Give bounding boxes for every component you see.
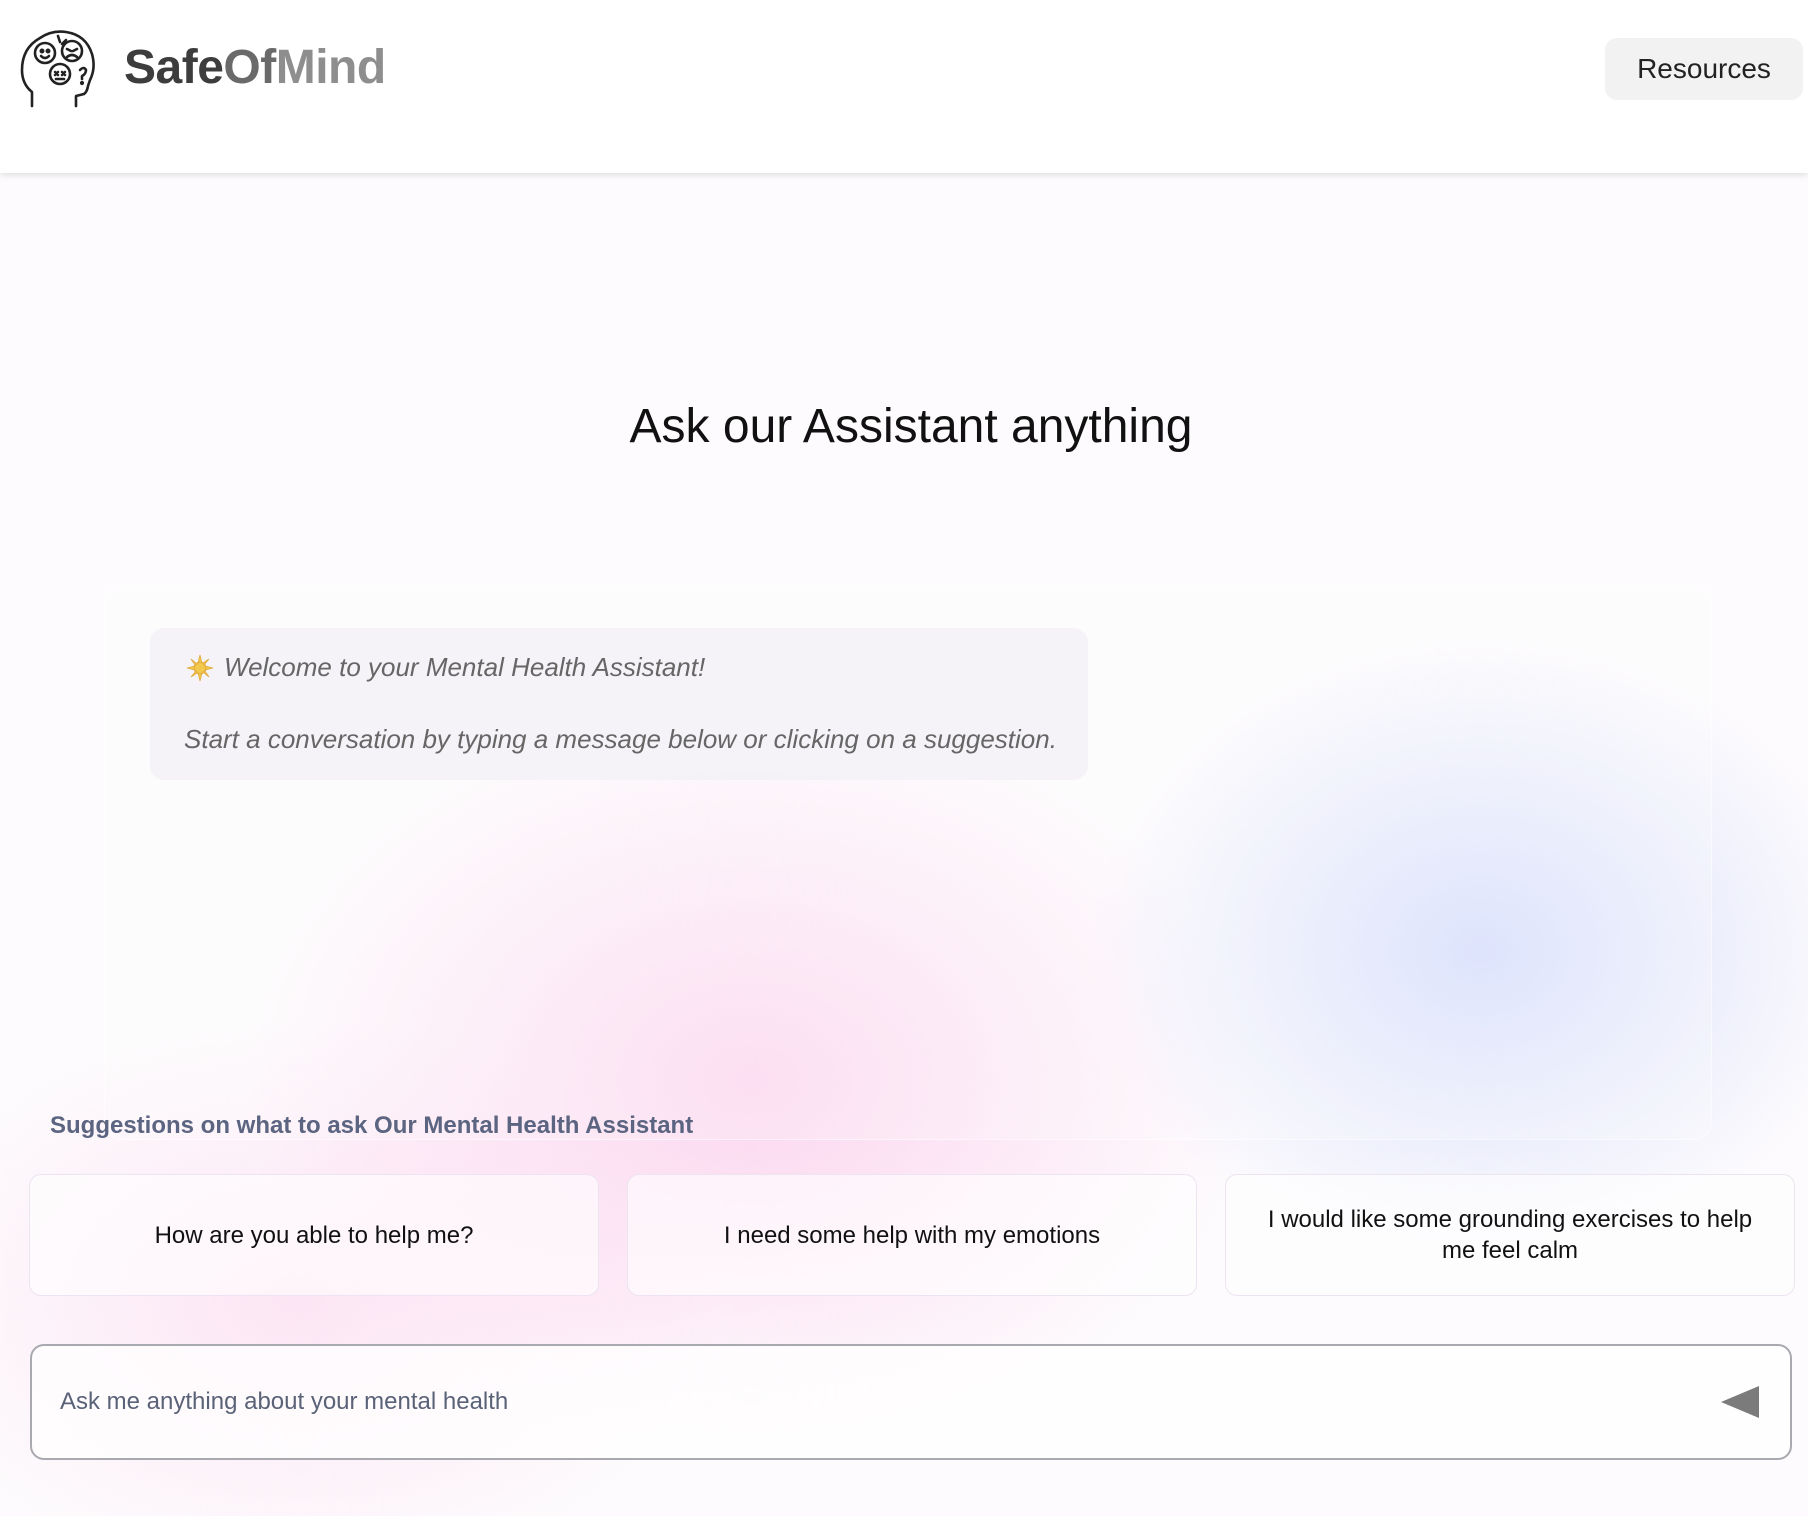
message-input[interactable] <box>60 1346 1660 1458</box>
suggestion-card-grounding[interactable]: I would like some grounding exercises to… <box>1225 1174 1795 1296</box>
send-button[interactable] <box>1712 1376 1768 1428</box>
welcome-title: Welcome to your Mental Health Assistant! <box>224 652 706 682</box>
head-with-emotions-icon <box>20 30 95 108</box>
suggestion-label: How are you able to help me? <box>154 1221 474 1249</box>
brand-part-of: Of <box>223 41 276 94</box>
brand-name[interactable]: SafeOfMind <box>124 40 386 96</box>
welcome-message: Welcome to your Mental Health Assistant!… <box>150 628 1088 780</box>
brand-part-safe: Safe <box>124 41 224 94</box>
send-triangle-icon <box>1721 1386 1759 1418</box>
sparkle-icon <box>186 654 214 681</box>
welcome-subtitle: Start a conversation by typing a message… <box>184 724 1057 754</box>
message-input-bar <box>30 1344 1792 1460</box>
resources-button[interactable]: Resources <box>1605 38 1803 100</box>
suggestion-card-help[interactable]: How are you able to help me? <box>29 1174 599 1296</box>
welcome-title-row: Welcome to your Mental Health Assistant! <box>186 652 705 683</box>
page-title: Ask our Assistant anything <box>629 400 1193 453</box>
suggestion-label: I would like some grounding exercises to… <box>1267 1206 1753 1264</box>
suggestion-label: I need some help with my emotions <box>723 1221 1101 1249</box>
suggestions-heading: Suggestions on what to ask Our Mental He… <box>50 1112 694 1139</box>
brand-part-mind: Mind <box>275 41 386 94</box>
suggestion-card-emotions[interactable]: I need some help with my emotions <box>627 1174 1197 1296</box>
top-header: SafeOfMind Resources <box>0 0 1808 173</box>
